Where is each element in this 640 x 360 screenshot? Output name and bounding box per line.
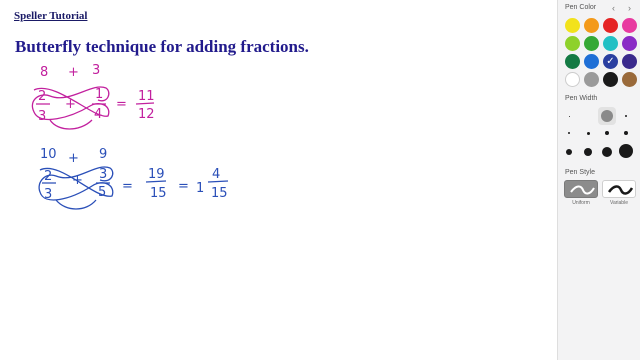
uniform-stroke-icon	[570, 185, 595, 195]
color-swatch[interactable]	[565, 72, 580, 87]
plus-sign-top: +	[68, 65, 79, 80]
denominator-right: 5	[98, 185, 106, 200]
pen-style-variable-button[interactable]	[602, 180, 636, 198]
pen-width-option[interactable]	[560, 124, 578, 142]
pen-width-option[interactable]	[598, 107, 616, 125]
equals-sign: =	[122, 179, 133, 194]
pen-width-option[interactable]	[560, 107, 578, 125]
mixed-whole: 1	[196, 181, 204, 196]
mixed-fraction-bar	[207, 180, 229, 183]
color-swatch[interactable]	[565, 18, 580, 33]
color-swatch[interactable]	[603, 54, 618, 69]
color-swatch[interactable]	[622, 72, 637, 87]
pen-width-option[interactable]	[617, 124, 635, 142]
pen-width-option[interactable]	[579, 124, 597, 142]
result-numerator: 11	[138, 89, 155, 104]
butterfly-body	[49, 119, 93, 130]
color-swatch[interactable]	[603, 72, 618, 87]
pen-width-option[interactable]	[579, 143, 597, 161]
equals-sign-2: =	[178, 179, 189, 194]
pen-width-option[interactable]	[617, 107, 635, 125]
mixed-numerator: 4	[212, 167, 220, 182]
color-swatch[interactable]	[622, 36, 637, 51]
color-swatch[interactable]	[603, 18, 618, 33]
denominator-left: 3	[38, 109, 46, 124]
butterfly-body	[55, 199, 97, 210]
pen-style-uniform-label: Uniform	[572, 200, 590, 206]
result-numerator: 19	[148, 167, 165, 182]
cross-product-left: 10	[40, 147, 57, 162]
pen-style-uniform-button[interactable]	[564, 180, 598, 198]
pen-width-title: Pen Width	[565, 95, 598, 102]
result-denominator: 12	[138, 107, 155, 122]
example-2: 10 + 9 2 3 + 3 5 = 19 15 = 1 4 15	[38, 147, 229, 210]
example-1: 8 + 3 2 1 + 3 4 = 11 12	[31, 63, 155, 130]
pen-width-option[interactable]	[598, 124, 616, 142]
color-swatch[interactable]	[565, 54, 580, 69]
color-swatch[interactable]	[565, 36, 580, 51]
cross-product-right: 9	[99, 147, 107, 162]
pen-settings-panel: ‹ › Pen Color Pen Width Pen Style Unifor…	[557, 0, 640, 360]
color-swatch[interactable]	[603, 36, 618, 51]
mixed-denominator: 15	[211, 186, 228, 201]
cross-product-left: 8	[40, 65, 48, 80]
plus-sign-top: +	[68, 151, 79, 166]
color-swatch[interactable]	[584, 36, 599, 51]
color-swatch[interactable]	[622, 18, 637, 33]
pen-style-title: Pen Style	[565, 169, 595, 176]
result-denominator: 15	[150, 186, 167, 201]
chevron-right-icon[interactable]: ›	[628, 3, 631, 13]
pen-color-title: Pen Color	[565, 4, 597, 11]
variable-stroke-icon	[607, 185, 634, 195]
color-swatch[interactable]	[584, 18, 599, 33]
handwriting-layer: 8 + 3 2 1 + 3 4 = 11 12 10 + 9 2 3 + 3 5	[31, 63, 229, 210]
pen-style-variable-label: Variable	[610, 200, 628, 206]
pen-width-option[interactable]	[560, 143, 578, 161]
pen-width-option[interactable]	[617, 142, 635, 160]
cross-product-right: 3	[92, 63, 100, 78]
equals-sign: =	[116, 97, 127, 112]
color-swatch[interactable]	[584, 54, 599, 69]
drawing-canvas[interactable]: Speller Tutorial Butterfly technique for…	[0, 0, 557, 360]
color-swatch[interactable]	[584, 72, 599, 87]
pen-width-option[interactable]	[598, 143, 616, 161]
chevron-left-icon[interactable]: ‹	[612, 3, 615, 13]
color-swatch[interactable]	[622, 54, 637, 69]
